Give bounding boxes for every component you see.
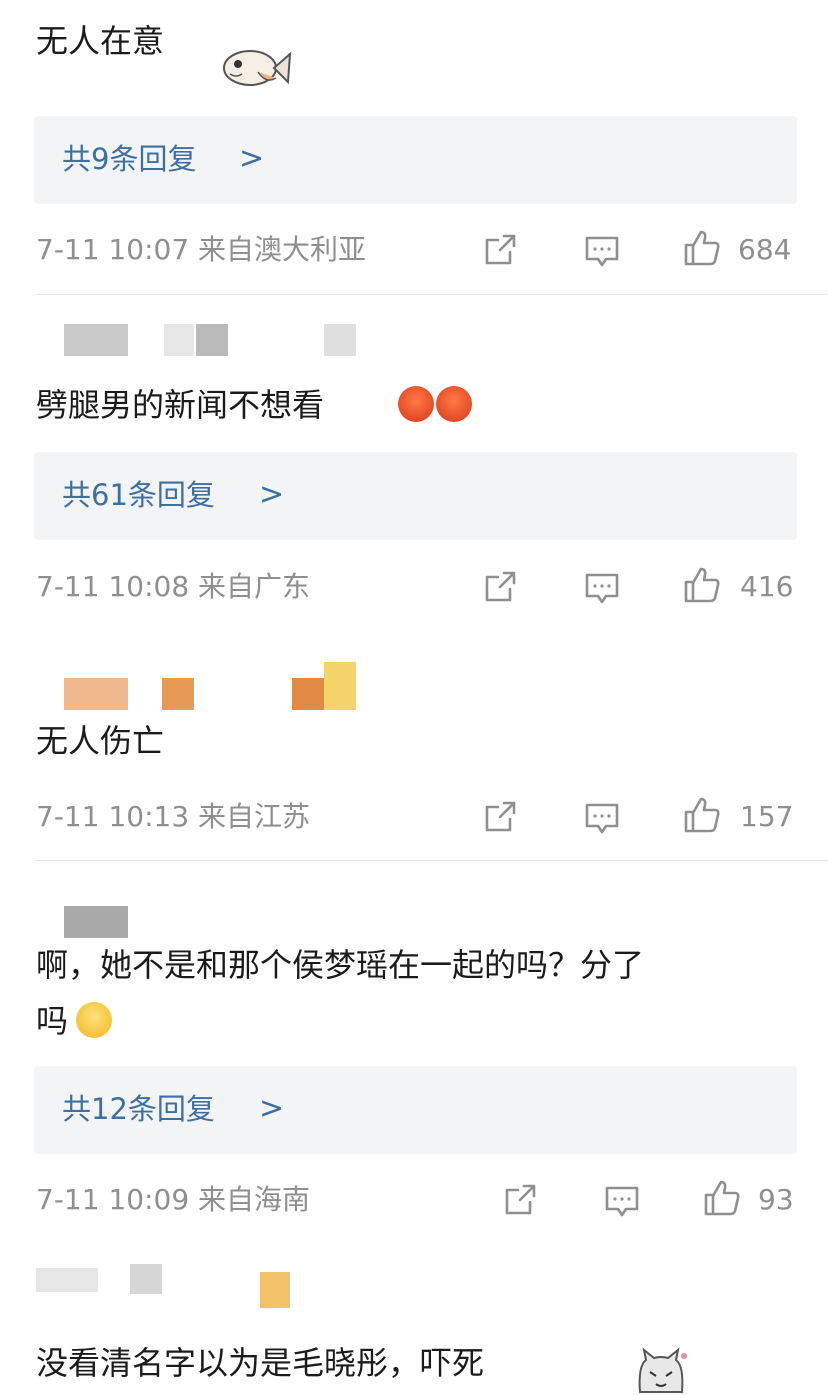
like-count: 93	[758, 1183, 794, 1216]
thumbs-up-icon[interactable]	[682, 565, 722, 605]
divider	[34, 294, 828, 295]
comment-text: 没看清名字以为是毛晓彤，吓死	[36, 1344, 485, 1382]
laughing-emoji-icon	[76, 1002, 112, 1038]
angry-emoji-icon	[398, 386, 434, 422]
blurred-username	[36, 1268, 98, 1292]
cat-sticker-icon	[632, 1346, 690, 1394]
blurred-username	[162, 678, 194, 710]
like-count: 157	[740, 800, 794, 833]
blurred-username	[130, 1264, 162, 1294]
blurred-username	[64, 678, 128, 710]
comment-icon[interactable]	[582, 797, 622, 837]
blurred-username	[324, 324, 356, 356]
blurred-username	[196, 324, 228, 356]
replies-link[interactable]: 共12条回复 >	[34, 1066, 797, 1154]
comment-text: 无人伤亡	[36, 722, 165, 760]
blurred-username	[164, 324, 194, 356]
comment-meta: 7-11 10:08 来自广东	[36, 570, 311, 603]
share-icon[interactable]	[500, 1180, 540, 1220]
chevron-right-icon: >	[239, 141, 265, 176]
thumbs-up-icon[interactable]	[682, 228, 722, 268]
comment-icon[interactable]	[582, 567, 622, 607]
chevron-right-icon: >	[259, 477, 285, 512]
chevron-right-icon: >	[259, 1091, 285, 1126]
replies-label: 共61条回复	[62, 478, 215, 512]
replies-label: 共9条回复	[62, 142, 197, 176]
replies-label: 共12条回复	[62, 1092, 215, 1126]
blurred-username	[64, 324, 128, 356]
comment-meta: 7-11 10:13 来自江苏	[36, 800, 311, 833]
comment-text-line2: 吗	[36, 1002, 69, 1040]
share-icon[interactable]	[480, 567, 520, 607]
blurred-username	[292, 678, 324, 710]
divider	[34, 860, 828, 861]
comment-meta: 7-11 10:07 来自澳大利亚	[36, 233, 367, 266]
angry-emoji-icon	[436, 386, 472, 422]
share-icon[interactable]	[480, 797, 520, 837]
comment-text: 啊，她不是和那个侯梦瑶在一起的吗？分了	[36, 946, 645, 984]
comment-icon[interactable]	[602, 1180, 642, 1220]
fish-sticker-icon	[218, 40, 292, 92]
replies-link[interactable]: 共61条回复 >	[34, 452, 797, 540]
comment-text: 劈腿男的新闻不想看	[36, 386, 325, 424]
like-count: 684	[738, 233, 792, 266]
share-icon[interactable]	[480, 230, 520, 270]
blurred-badge	[324, 662, 356, 710]
thumbs-up-icon[interactable]	[682, 795, 722, 835]
like-count: 416	[740, 570, 794, 603]
comment-meta: 7-11 10:09 来自海南	[36, 1183, 311, 1216]
comment-icon[interactable]	[582, 230, 622, 270]
blurred-badge	[260, 1272, 290, 1308]
blurred-username	[64, 906, 128, 938]
replies-link[interactable]: 共9条回复 >	[34, 116, 797, 204]
thumbs-up-icon[interactable]	[702, 1178, 742, 1218]
comment-text: 无人在意	[36, 22, 165, 60]
